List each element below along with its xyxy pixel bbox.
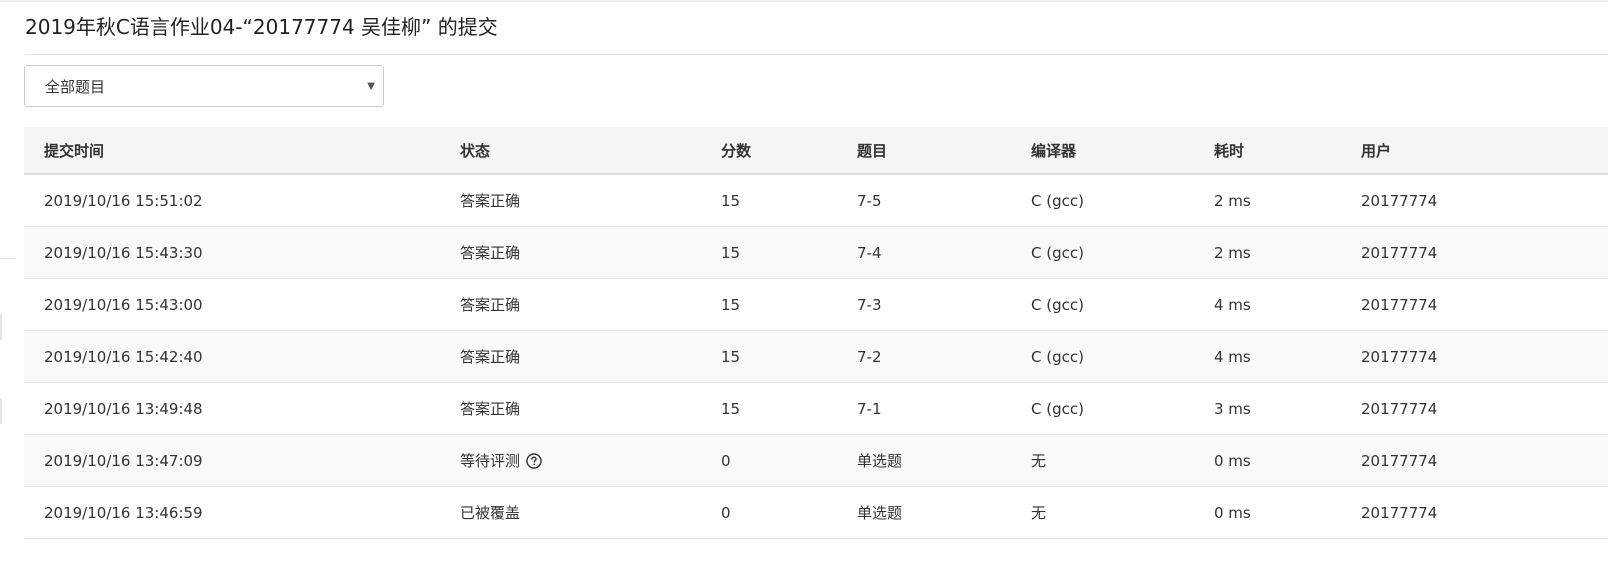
cell-status: 已被覆盖 [440,486,701,539]
cell-score[interactable]: 15 [701,174,837,227]
cell-elapsed: 2 ms [1194,174,1341,227]
cell-user: 20177774 [1341,174,1608,227]
cell-compiler: C (gcc) [1011,330,1194,383]
title-divider [25,54,1608,55]
left-edge-mark [0,314,2,340]
column-header-status: 状态 [440,127,701,175]
cell-elapsed: 3 ms [1194,382,1341,435]
cell-time: 2019/10/16 15:42:40 [24,330,440,383]
cell-user: 20177774 [1341,330,1608,383]
cell-score[interactable]: 15 [701,330,837,383]
column-header-user: 用户 [1341,127,1608,175]
page-title: 2019年秋C语言作业04-“20177774 吴佳柳” 的提交 [25,15,498,39]
cell-user: 20177774 [1341,434,1608,487]
cell-time: 2019/10/16 13:49:48 [24,382,440,435]
cell-problem-link[interactable]: 7-2 [837,330,1011,383]
cell-compiler: C (gcc) [1011,382,1194,435]
table-row: 2019/10/16 15:42:40 答案正确 15 7-2 C (gcc) … [24,330,1608,383]
cell-problem-link[interactable]: 7-4 [837,226,1011,279]
cell-problem-link[interactable]: 7-1 [837,382,1011,435]
table-row: 2019/10/16 13:49:48 答案正确 15 7-1 C (gcc) … [24,382,1608,435]
status-label: 等待评测 [460,452,521,470]
cell-compiler: C (gcc) [1011,278,1194,331]
problem-filter-select[interactable]: 全部题目 ▼ [24,65,384,107]
cell-status[interactable]: 答案正确 [440,174,701,227]
left-edge-mark [0,258,16,259]
cell-status: 等待评测 [440,434,701,487]
column-header-time: 提交时间 [24,127,440,175]
column-header-score: 分数 [701,127,837,175]
cell-time: 2019/10/16 15:43:30 [24,226,440,279]
cell-compiler: C (gcc) [1011,174,1194,227]
table-row: 2019/10/16 15:43:30 答案正确 15 7-4 C (gcc) … [24,226,1608,279]
column-header-problem: 题目 [837,127,1011,175]
column-header-compiler: 编译器 [1011,127,1194,175]
cell-user: 20177774 [1341,486,1608,539]
cell-time: 2019/10/16 13:46:59 [24,486,440,539]
table-row: 2019/10/16 13:46:59 已被覆盖 0 单选题 无 0 ms 20… [24,486,1608,539]
table-row: 2019/10/16 13:47:09 等待评测 0 单选题 无 0 ms 20… [24,434,1608,487]
table-row: 2019/10/16 15:51:02 答案正确 15 7-5 C (gcc) … [24,174,1608,227]
table-header-row: 提交时间 状态 分数 题目 编译器 耗时 用户 [24,127,1608,175]
table-row: 2019/10/16 15:43:00 答案正确 15 7-3 C (gcc) … [24,278,1608,331]
help-circle-icon[interactable] [526,453,542,469]
cell-status[interactable]: 答案正确 [440,278,701,331]
cell-compiler: 无 [1011,434,1194,487]
cell-score[interactable]: 15 [701,382,837,435]
top-border [0,0,1608,2]
cell-time: 2019/10/16 15:51:02 [24,174,440,227]
cell-status[interactable]: 答案正确 [440,330,701,383]
cell-user: 20177774 [1341,382,1608,435]
cell-problem-link[interactable]: 7-5 [837,174,1011,227]
cell-status[interactable]: 答案正确 [440,226,701,279]
cell-score[interactable]: 0 [701,434,837,487]
cell-problem-link[interactable]: 单选题 [837,486,1011,539]
cell-score[interactable]: 0 [701,486,837,539]
submissions-table: 提交时间 状态 分数 题目 编译器 耗时 用户 2019/10/16 15:51… [24,127,1608,539]
cell-score[interactable]: 15 [701,226,837,279]
cell-elapsed: 4 ms [1194,278,1341,331]
cell-time: 2019/10/16 13:47:09 [24,434,440,487]
cell-problem-link[interactable]: 单选题 [837,434,1011,487]
cell-time: 2019/10/16 15:43:00 [24,278,440,331]
cell-compiler: C (gcc) [1011,226,1194,279]
cell-problem-link[interactable]: 7-3 [837,278,1011,331]
cell-status[interactable]: 答案正确 [440,382,701,435]
cell-elapsed: 0 ms [1194,434,1341,487]
cell-user: 20177774 [1341,278,1608,331]
left-edge-mark [0,398,2,424]
problem-filter-value: 全部题目 [45,78,106,96]
column-header-elapsed: 耗时 [1194,127,1341,175]
cell-elapsed: 0 ms [1194,486,1341,539]
cell-compiler: 无 [1011,486,1194,539]
cell-elapsed: 4 ms [1194,330,1341,383]
chevron-down-icon: ▼ [367,81,375,92]
cell-elapsed: 2 ms [1194,226,1341,279]
cell-user: 20177774 [1341,226,1608,279]
cell-score[interactable]: 15 [701,278,837,331]
